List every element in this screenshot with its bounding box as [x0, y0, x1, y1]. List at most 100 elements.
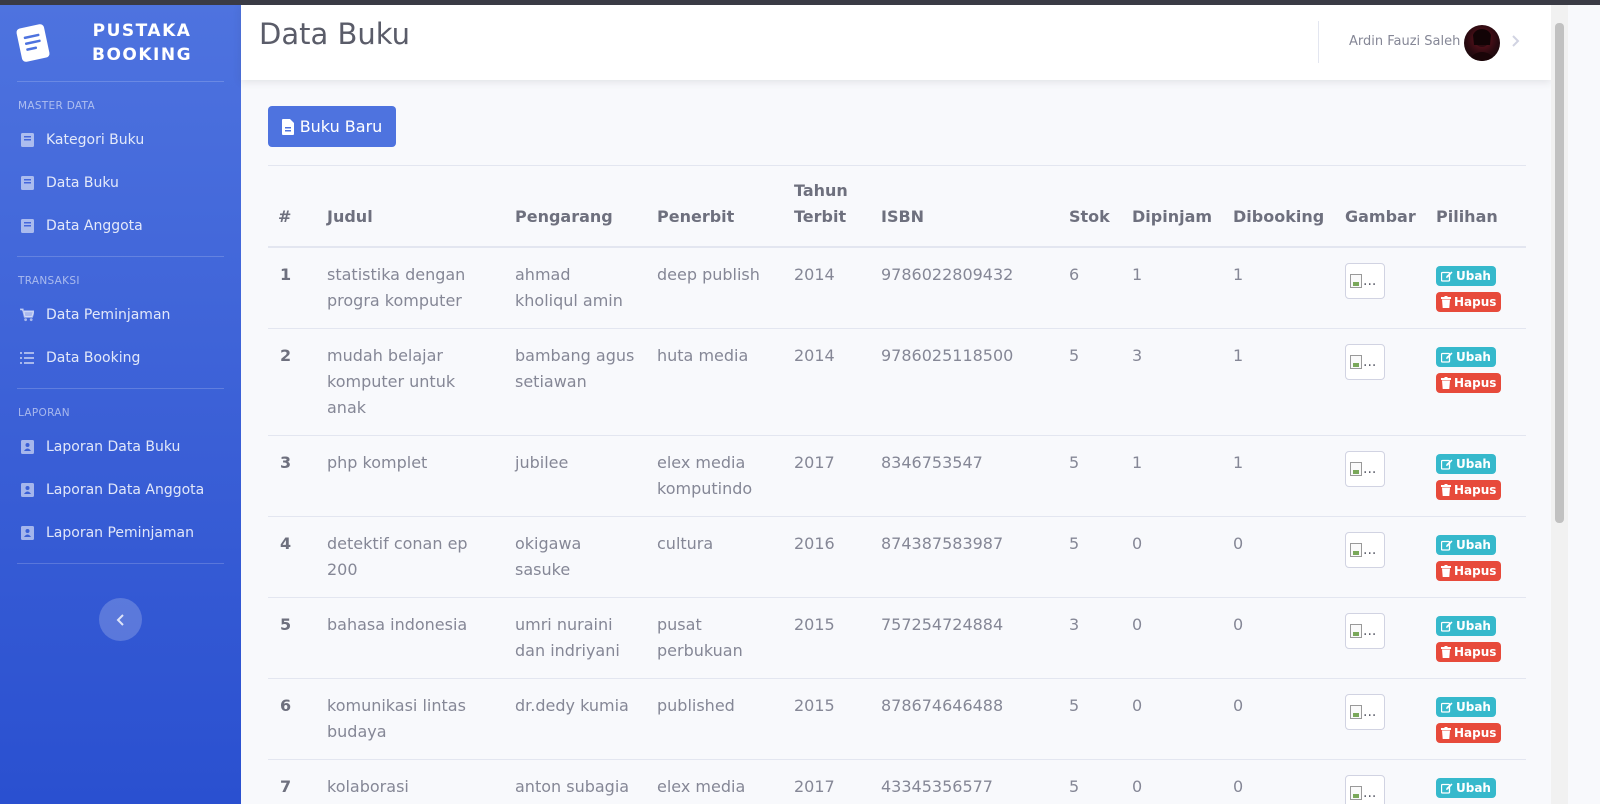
- book-cover-image[interactable]: ...: [1345, 532, 1385, 568]
- edit-label: Ubah: [1456, 781, 1491, 795]
- sidebar-item-label: Data Buku: [46, 174, 119, 191]
- sidebar-item-laporan-data-anggota[interactable]: Laporan Data Anggota: [0, 468, 241, 511]
- table-header-row: # Judul Pengarang Penerbit Tahun Terbit …: [268, 165, 1526, 248]
- table-row: 2 mudah belajar komputer untuk anak bamban…: [268, 328, 1526, 436]
- cell-pilihan: Ubah Hapus: [1426, 678, 1526, 760]
- sidebar-item-data-buku[interactable]: Data Buku: [0, 161, 241, 204]
- chevron-left-icon: [116, 613, 124, 626]
- sidebar-item-label: Data Anggota: [46, 217, 143, 234]
- edit-icon: [1441, 783, 1453, 794]
- row-actions: Ubah Hapus: [1436, 450, 1516, 500]
- edit-button[interactable]: Ubah: [1436, 697, 1496, 717]
- sidebar: PUSTAKA BOOKING MASTER DATA Kategori Buku…: [0, 5, 241, 804]
- broken-image-icon: [1350, 624, 1362, 638]
- brand-name: PUSTAKA BOOKING: [92, 19, 192, 67]
- cell-pengarang: bambang agus setiawan: [505, 328, 647, 436]
- table-row: 5 bahasa indonesia umri nuraini dan indriy…: [268, 597, 1526, 679]
- brand[interactable]: PUSTAKA BOOKING: [0, 5, 241, 81]
- book-icon: [20, 218, 34, 233]
- edit-button[interactable]: Ubah: [1436, 616, 1496, 636]
- edit-button[interactable]: Ubah: [1436, 535, 1496, 555]
- sidebar-item-label: Laporan Data Anggota: [46, 481, 205, 498]
- delete-label: Hapus: [1454, 295, 1497, 309]
- cell-dipinjam: 1: [1122, 435, 1223, 517]
- sidebar-item-data-anggota[interactable]: Data Anggota: [0, 204, 241, 247]
- file-icon: [281, 118, 294, 135]
- book-cover-image[interactable]: ...: [1345, 451, 1385, 487]
- cell-judul: bahasa indonesia: [317, 597, 505, 679]
- row-actions: Ubah Hapus: [1436, 343, 1516, 393]
- book-cover-image[interactable]: ...: [1345, 344, 1385, 380]
- book-cover-image[interactable]: ...: [1345, 613, 1385, 649]
- delete-button[interactable]: Hapus: [1436, 480, 1502, 500]
- delete-button[interactable]: Hapus: [1436, 723, 1502, 743]
- row-actions: Ubah Hapus: [1436, 531, 1516, 581]
- broken-image-icon: [1350, 355, 1362, 369]
- sidebar-item-laporan-data-buku[interactable]: Laporan Data Buku: [0, 425, 241, 468]
- row-actions: Ubah Hapus: [1436, 693, 1516, 743]
- cell-tahun: 2014: [784, 246, 871, 329]
- delete-button[interactable]: Hapus: [1436, 373, 1502, 393]
- delete-button[interactable]: Hapus: [1436, 292, 1502, 312]
- delete-label: Hapus: [1454, 483, 1497, 497]
- sidebar-item-label: Laporan Peminjaman: [46, 524, 195, 541]
- cell-penerbit: huta media: [647, 328, 784, 436]
- user-avatar[interactable]: [1464, 25, 1500, 61]
- sidebar-item-data-booking[interactable]: Data Booking: [0, 336, 241, 379]
- delete-label: Hapus: [1454, 376, 1497, 390]
- trash-icon: [1441, 646, 1451, 658]
- chevron-right-icon[interactable]: [1509, 31, 1523, 51]
- cell-judul: komunikasi lintas budaya: [317, 678, 505, 760]
- col-header-penerbit: Penerbit: [647, 165, 784, 248]
- cell-stok: 5: [1059, 435, 1122, 517]
- edit-button[interactable]: Ubah: [1436, 778, 1496, 798]
- edit-button[interactable]: Ubah: [1436, 347, 1496, 367]
- table-row: 6 komunikasi lintas budaya dr.dedy kumia pu…: [268, 678, 1526, 760]
- cell-dibooking: 1: [1223, 435, 1335, 517]
- sidebar-item-label: Data Peminjaman: [46, 306, 171, 323]
- table-row: 3 php komplet jubilee elex media komputindo…: [268, 435, 1526, 517]
- broken-image-icon: [1350, 274, 1362, 288]
- sidebar-item-kategori-buku[interactable]: Kategori Buku: [0, 118, 241, 161]
- cell-pilihan: Ubah Hapus: [1426, 246, 1526, 329]
- cell-tahun: 2016: [784, 516, 871, 598]
- book-cover-image[interactable]: ...: [1345, 694, 1385, 730]
- edit-button[interactable]: Ubah: [1436, 454, 1496, 474]
- trash-icon: [1441, 565, 1451, 577]
- cell-judul: statistika dengan progra komputer: [317, 246, 505, 329]
- cell-judul: mudah belajar komputer untuk anak: [317, 328, 505, 436]
- cell-isbn: 878674646488: [871, 678, 1059, 760]
- cell-pilihan: Ubah Hapus: [1426, 328, 1526, 436]
- topbar-divider: [1318, 21, 1319, 63]
- scrollbar-thumb[interactable]: [1555, 23, 1564, 523]
- edit-button[interactable]: Ubah: [1436, 266, 1496, 286]
- edit-icon: [1441, 352, 1453, 363]
- row-actions: Ubah Hapus: [1436, 262, 1516, 312]
- book-cover-image[interactable]: ...: [1345, 775, 1385, 804]
- sidebar-toggle-button[interactable]: [99, 598, 142, 641]
- cell-dipinjam: 3: [1122, 328, 1223, 436]
- address-book-icon: [20, 525, 34, 540]
- user-name[interactable]: Ardin Fauzi Saleh: [1349, 34, 1460, 49]
- page-scrollbar[interactable]: [1551, 5, 1568, 804]
- cell-penerbit: pusat perbukuan: [647, 597, 784, 679]
- book-cover-image[interactable]: ...: [1345, 263, 1385, 299]
- cell-tahun: 2015: [784, 597, 871, 679]
- delete-button[interactable]: Hapus: [1436, 642, 1502, 662]
- col-header-no: #: [268, 165, 317, 248]
- delete-button[interactable]: Hapus: [1436, 561, 1502, 581]
- cell-penerbit: elex media komputindo: [647, 435, 784, 517]
- sidebar-item-laporan-peminjaman[interactable]: Laporan Peminjaman: [0, 511, 241, 554]
- new-book-button[interactable]: Buku Baru: [268, 106, 396, 147]
- cell-dibooking: 0: [1223, 759, 1335, 804]
- address-book-icon: [20, 439, 34, 454]
- cell-gambar: ...: [1335, 597, 1426, 679]
- brand-line-1: PUSTAKA: [92, 21, 192, 41]
- sidebar-item-data-peminjaman[interactable]: Data Peminjaman: [0, 293, 241, 336]
- cell-pilihan: Ubah Hapus: [1426, 435, 1526, 517]
- trash-icon: [1441, 727, 1451, 739]
- cell-dipinjam: 0: [1122, 597, 1223, 679]
- list-icon: [20, 351, 34, 365]
- delete-label: Hapus: [1454, 645, 1497, 659]
- cell-isbn: 8346753547: [871, 435, 1059, 517]
